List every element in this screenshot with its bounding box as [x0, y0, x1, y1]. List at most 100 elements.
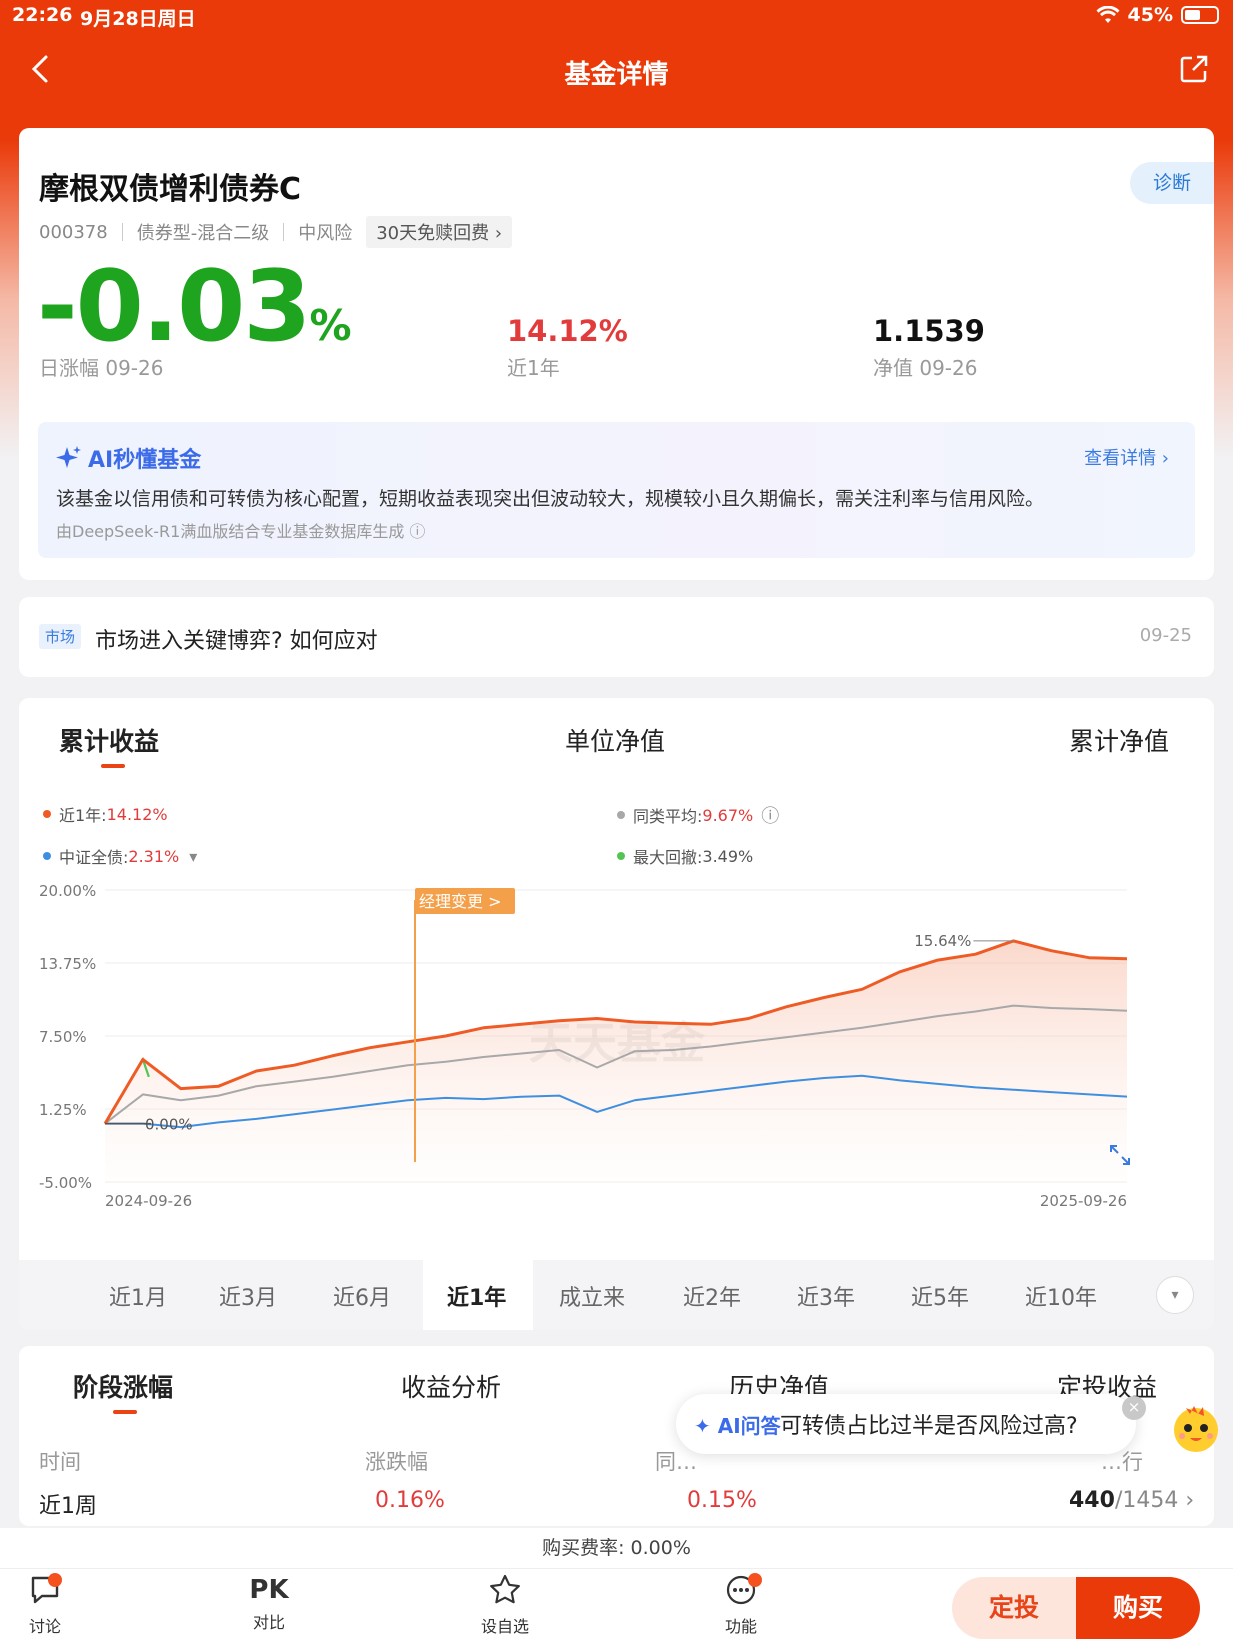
nav-label: 净值 09-26: [873, 356, 978, 380]
tab-return-analysis[interactable]: 收益分析: [401, 1368, 501, 1404]
range-5y[interactable]: 近5年: [911, 1280, 969, 1312]
row-peer: 0.15%: [687, 1488, 757, 1513]
range-10y[interactable]: 近10年: [1025, 1280, 1097, 1312]
legend-peer: 同类平均: 9.67% ⓘ: [617, 802, 779, 828]
fee-tag[interactable]: 30天免赎回费 ›: [366, 216, 513, 248]
nav-bar: 基金详情: [0, 36, 1233, 108]
add-watchlist-button[interactable]: 设自选: [460, 1573, 550, 1637]
wifi-icon: [1096, 6, 1120, 23]
info-icon[interactable]: ⓘ: [761, 802, 779, 828]
ai-summary-text: 该基金以信用债和可转债为核心配置，短期收益表现突出但波动较大，规模较小且久期偏长…: [56, 488, 1045, 510]
ai-ask-close-button[interactable]: ×: [1122, 1396, 1146, 1420]
star-icon: [490, 1574, 520, 1604]
sip-button[interactable]: 定投: [952, 1577, 1076, 1639]
tab-active-indicator: [101, 764, 125, 768]
sparkle-icon: [56, 446, 81, 468]
row-rank-total: /1454 ›: [1114, 1488, 1195, 1513]
share-icon: [1180, 55, 1208, 83]
tab-cumulative-nav[interactable]: 累计净值: [1069, 722, 1169, 758]
legend-drawdown-value: 3.49%: [702, 846, 754, 866]
col-peer: 同…: [655, 1450, 697, 1474]
y-tick-label: 7.50%: [39, 1028, 87, 1046]
y-tick-label: 1.25%: [39, 1101, 87, 1119]
status-bar: 22:26 9月28日周日 45%: [0, 0, 1233, 32]
return-line-chart[interactable]: 20.00% 13.75% 7.50% 1.25% -5.00% 2024-09-26 20…: [19, 874, 1214, 1254]
fund-area: [105, 940, 1127, 1182]
ai-ask-bubble[interactable]: ✦ AI问答 可转债占比过半是否风险过高?: [676, 1394, 1136, 1454]
x-tick-label: 2025-09-26: [1040, 1192, 1127, 1210]
discuss-label: 讨论: [28, 1617, 61, 1636]
stage-tab-indicator: [113, 1410, 137, 1414]
row-rank[interactable]: 440/1454 ›: [1069, 1488, 1194, 1513]
range-1m[interactable]: 近1月: [109, 1280, 167, 1312]
legend-index[interactable]: 中证全债: 2.31% ▾: [43, 844, 197, 868]
tab-unit-nav[interactable]: 单位净值: [565, 722, 665, 758]
row-rank-position: 440: [1069, 1488, 1115, 1513]
function-button[interactable]: 功能: [696, 1573, 786, 1637]
col-time: 时间: [39, 1450, 81, 1474]
fund-name: 摩根双债增利债券C: [39, 172, 302, 207]
market-headline: 市场进入关键博弈? 如何应对: [95, 629, 378, 654]
pk-icon: PK: [249, 1575, 289, 1605]
legend-fund: 近1年: 14.12%: [43, 802, 168, 826]
market-date: 09-25: [1139, 625, 1192, 646]
fund-type: 债券型-混合二级: [136, 223, 270, 244]
function-label: 功能: [724, 1617, 757, 1636]
range-1y[interactable]: 近1年: [447, 1280, 506, 1312]
legend-peer-value: 9.67%: [702, 805, 754, 825]
fund-summary-card: 摩根双债增利债券C 诊断 000378 债券型-混合二级 中风险 30天免赎回费…: [19, 128, 1214, 580]
fund-code: 000378: [39, 221, 108, 243]
function-badge: [748, 1573, 762, 1587]
y-tick-label: -5.00%: [39, 1174, 92, 1192]
market-tag: 市场: [39, 624, 82, 649]
compare-button[interactable]: PK 对比: [224, 1573, 314, 1633]
discuss-button[interactable]: 讨论: [0, 1573, 90, 1637]
ai-ask-label-text: AI问答: [717, 1414, 781, 1438]
daily-change: -0.03%: [37, 258, 352, 356]
event-annotation: 经理变更 >: [419, 892, 502, 911]
ai-source-note: 由DeepSeek-R1满血版结合专业基金数据库生成 ⓘ: [56, 522, 426, 541]
tab-stage-return[interactable]: 阶段涨幅: [73, 1368, 173, 1404]
status-time: 22:26: [12, 4, 73, 26]
battery-icon: [1181, 6, 1219, 24]
compare-label: 对比: [252, 1613, 285, 1632]
year-return: 14.12%: [507, 314, 628, 348]
legend-drawdown: 最大回撤: 3.49%: [617, 844, 753, 868]
ai-ask-question: 可转债占比过半是否风险过高?: [780, 1414, 1078, 1439]
bottom-action-bar: 讨论 PK 对比 设自选 功能 定投 购买: [0, 1568, 1233, 1644]
daily-change-label: 日涨幅 09-26: [39, 356, 164, 380]
max-annotation: 15.64%: [914, 932, 971, 950]
share-button[interactable]: [1179, 54, 1209, 88]
ai-summary-title: AI秒懂基金: [56, 442, 201, 474]
row-period: 近1周: [39, 1494, 97, 1519]
diagnose-button[interactable]: 诊断: [1130, 162, 1214, 204]
buy-button[interactable]: 购买: [1076, 1577, 1200, 1639]
range-since-inception[interactable]: 成立来: [559, 1280, 625, 1312]
legend-fund-label: 近1年:: [59, 806, 107, 825]
mascot-icon[interactable]: [1168, 1400, 1224, 1456]
range-more-button[interactable]: ▾: [1156, 1276, 1194, 1314]
trade-buttons: 定投 购买: [952, 1577, 1200, 1639]
range-6m[interactable]: 近6月: [333, 1280, 391, 1312]
legend-fund-value: 14.12%: [106, 804, 168, 824]
daily-change-unit: %: [309, 301, 352, 350]
fund-meta: 000378 债券型-混合二级 中风险 30天免赎回费 ›: [39, 216, 513, 248]
watchlist-label: 设自选: [480, 1617, 529, 1636]
col-change: 涨跌幅: [365, 1450, 428, 1474]
range-3m[interactable]: 近3月: [219, 1280, 277, 1312]
market-news-card[interactable]: 市场 市场进入关键博弈? 如何应对 09-25: [19, 597, 1214, 677]
legend-drawdown-label: 最大回撤:: [633, 848, 703, 867]
range-2y[interactable]: 近2年: [683, 1280, 741, 1312]
tab-cumulative-return[interactable]: 累计收益: [59, 722, 159, 758]
discuss-badge: [48, 1573, 62, 1587]
ai-summary-box[interactable]: AI秒懂基金 查看详情 › 该基金以信用债和可转债为核心配置，短期收益表现突出但…: [38, 422, 1195, 558]
fund-risk: 中风险: [298, 223, 353, 244]
legend-index-label: 中证全债:: [59, 848, 129, 867]
daily-change-value: -0.03: [37, 250, 311, 364]
ai-details-link[interactable]: 查看详情 ›: [1084, 444, 1169, 470]
range-3y[interactable]: 近3年: [797, 1280, 855, 1312]
page-title: 基金详情: [564, 60, 669, 90]
purchase-fee: 购买费率: 0.00%: [0, 1528, 1233, 1568]
range-selector: 近1月 近3月 近6月 近1年 成立来 近2年 近3年 近5年 近10年 ▾: [19, 1260, 1214, 1330]
nav-value: 1.1539: [873, 314, 985, 348]
